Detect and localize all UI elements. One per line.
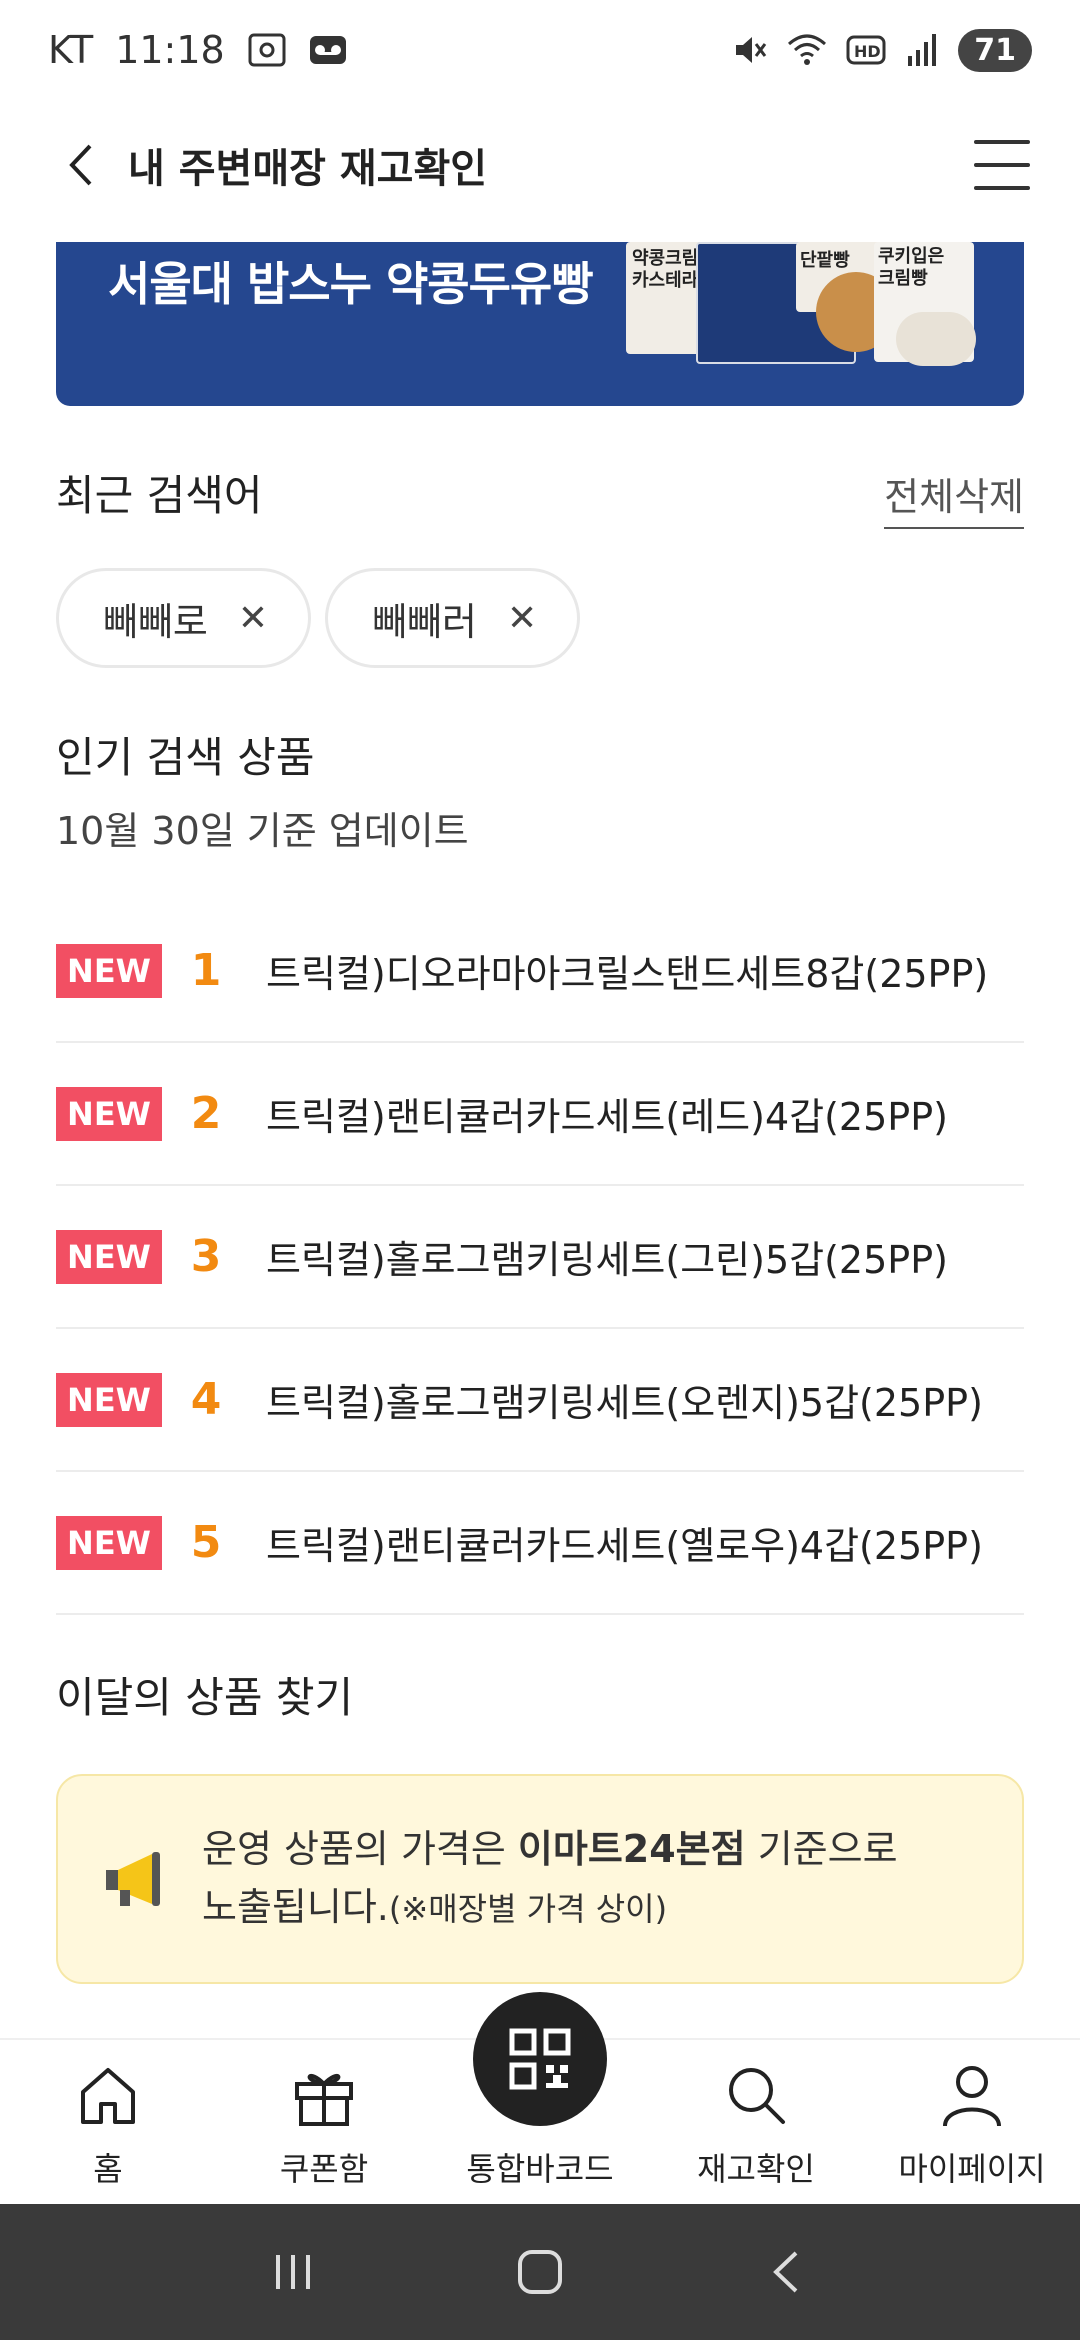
back-nav-icon[interactable] [762, 2247, 812, 2297]
rank-number: 4 [190, 1374, 222, 1425]
search-icon [729, 2068, 785, 2124]
list-item[interactable]: NEW 1 트릭컬)디오라마아크릴스탠드세트8갑(25PP) [56, 900, 1024, 1043]
price-notice: 운영 상품의 가격은 이마트24본점 기준으로 노출됩니다.(※매장별 가격 상… [56, 1774, 1024, 1984]
popular-list: NEW 1 트릭컬)디오라마아크릴스탠드세트8갑(25PP) NEW 2 트릭컬… [56, 900, 1024, 1615]
popular-search-title: 인기 검색 상품 [56, 733, 315, 782]
notice-highlight: 이마트24본점 [517, 1827, 746, 1871]
banner-text: 서울대 밥스누 약콩두유빵 [108, 257, 594, 311]
nav-label: 재고확인 [697, 2150, 815, 2188]
screenshot-icon [248, 33, 286, 67]
recent-apps-icon[interactable] [268, 2247, 318, 2297]
promo-banner[interactable]: 서울대 밥스누 약콩두유빵 약콩크림 카스테라 단팥빵 쿠키입은 크림빵 [56, 242, 1024, 406]
home-icon [81, 2068, 135, 2124]
recent-search-title: 최근 검색어 [56, 471, 263, 520]
user-icon [943, 2066, 1001, 2127]
nav-label: 마이페이지 [898, 2150, 1046, 2188]
back-button[interactable] [66, 135, 116, 195]
delete-all-button[interactable]: 전체삭제 [884, 466, 1024, 529]
nav-label: 쿠폰함 [279, 2150, 369, 2188]
product-name: 트릭컬)랜티큘러카드세트(레드)4갑(25PP) [266, 1095, 948, 1139]
monthly-products-title: 이달의 상품 찾기 [56, 1673, 354, 1722]
rank-number: 5 [190, 1517, 222, 1568]
product-name: 트릭컬)디오라마아크릴스탠드세트8갑(25PP) [266, 952, 989, 996]
chip-label: 빼빼로 [103, 599, 208, 644]
rank-number: 2 [190, 1088, 222, 1139]
nav-label: 홈 [93, 2150, 123, 2188]
notice-text-part: 기준으로 [745, 1827, 898, 1871]
product-label: 약콩크림 카스테라 [632, 248, 699, 291]
hd-icon: HD [846, 35, 886, 65]
svg-text:HD: HD [854, 42, 881, 61]
bread-image [896, 312, 976, 366]
new-badge: NEW [56, 1086, 162, 1141]
recent-search-chips: 빼빼로 ✕ 빼빼러 ✕ [56, 568, 581, 668]
nav-stock[interactable]: 재고확인 [648, 2040, 864, 2204]
page-title: 내 주변매장 재고확인 [128, 146, 488, 192]
qr-code-icon [509, 2028, 571, 2090]
list-item[interactable]: NEW 2 트릭컬)랜티큘러카드세트(레드)4갑(25PP) [56, 1043, 1024, 1186]
nav-label: 통합바코드 [466, 2150, 614, 2188]
product-label: 쿠키입은 크림빵 [878, 246, 945, 289]
chevron-left-icon [69, 144, 92, 186]
remove-icon[interactable]: ✕ [238, 598, 268, 639]
hamburger-icon [974, 140, 1030, 144]
product-name: 트릭컬)홀로그램키링세트(그린)5갑(25PP) [266, 1238, 948, 1282]
rank-number: 1 [190, 945, 222, 996]
rank-number: 3 [190, 1231, 222, 1282]
voicemail-icon [309, 36, 346, 64]
megaphone-icon [106, 1852, 160, 1906]
product-name: 트릭컬)홀로그램키링세트(오렌지)5갑(25PP) [266, 1381, 983, 1425]
list-item[interactable]: NEW 3 트릭컬)홀로그램키링세트(그린)5갑(25PP) [56, 1186, 1024, 1329]
mute-icon [736, 37, 767, 63]
chip-label: 빼빼러 [372, 599, 477, 644]
recent-search-chip[interactable]: 빼빼러 ✕ [325, 568, 581, 668]
new-badge: NEW [56, 1515, 162, 1570]
barcode-button[interactable] [473, 1992, 607, 2126]
new-badge: NEW [56, 943, 162, 998]
gift-icon [295, 2073, 353, 2126]
list-item[interactable]: NEW 5 트릭컬)랜티큘러카드세트(옐로우)4갑(25PP) [56, 1472, 1024, 1615]
nav-home[interactable]: 홈 [0, 2040, 216, 2204]
notice-text-part: 노출됩니다. [202, 1885, 389, 1929]
notice-footnote: (※매장별 가격 상이) [388, 1890, 668, 1928]
system-navigation-bar [0, 2204, 1080, 2340]
home-button-icon[interactable] [515, 2247, 565, 2297]
nav-mypage[interactable]: 마이페이지 [864, 2040, 1080, 2204]
recent-search-chip[interactable]: 빼빼로 ✕ [56, 568, 312, 668]
signal-icon [908, 34, 937, 66]
battery-indicator: 71 [958, 28, 1032, 72]
clock: 11:18 [115, 28, 225, 72]
new-badge: NEW [56, 1372, 162, 1427]
status-bar: KT 11:18 HD 71 [0, 0, 1080, 100]
remove-icon[interactable]: ✕ [507, 598, 537, 639]
wifi-icon [788, 34, 827, 65]
update-date: 10월 30일 기준 업데이트 [56, 809, 469, 853]
carrier-label: KT [48, 28, 94, 72]
notice-text: 운영 상품의 가격은 이마트24본점 기준으로 노출됩니다.(※매장별 가격 상… [202, 1820, 898, 1938]
notice-text-part: 운영 상품의 가격은 [202, 1827, 518, 1871]
menu-button[interactable] [974, 140, 1030, 190]
nav-coupon[interactable]: 쿠폰함 [216, 2040, 432, 2204]
product-name: 트릭컬)랜티큘러카드세트(옐로우)4갑(25PP) [266, 1524, 983, 1568]
new-badge: NEW [56, 1229, 162, 1284]
list-item[interactable]: NEW 4 트릭컬)홀로그램키링세트(오렌지)5갑(25PP) [56, 1329, 1024, 1472]
app-header: 내 주변매장 재고확인 [0, 110, 1080, 220]
